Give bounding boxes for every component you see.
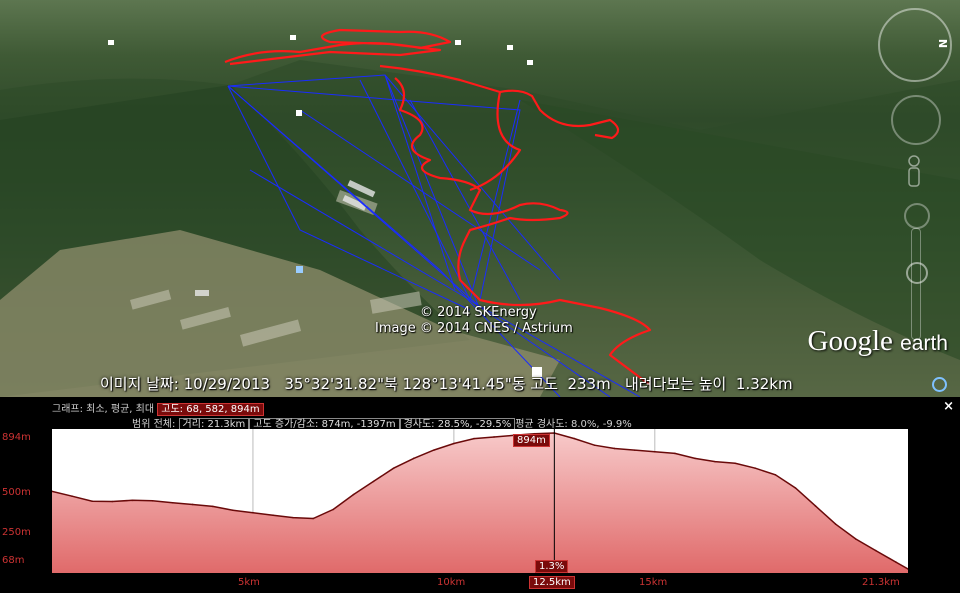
elevation-point bbox=[392, 467, 395, 470]
elevation-point bbox=[111, 500, 114, 503]
elevation-point bbox=[754, 467, 757, 470]
elevation-point bbox=[91, 500, 93, 502]
street-view-pegman-icon[interactable] bbox=[906, 155, 922, 197]
elevation-point bbox=[131, 499, 134, 502]
compass-north-label: N bbox=[936, 38, 950, 49]
earth-3d-view[interactable]: © 2014 SKEnergy Image © 2014 CNES / Astr… bbox=[0, 0, 960, 397]
elevation-point bbox=[573, 437, 576, 440]
cursor-elevation-tag: 894m bbox=[513, 434, 550, 447]
zoom-slider-knob[interactable] bbox=[906, 262, 928, 284]
range-summary-row: 범위 전체: 거리: 21.3km 고도 증가/감소: 874m, -1397m 경… bbox=[132, 415, 632, 431]
elevation-point bbox=[71, 495, 73, 498]
x-axis-label-15km: 15km bbox=[639, 577, 668, 588]
brand-google: Google bbox=[807, 325, 893, 357]
look-around-icon[interactable] bbox=[891, 95, 941, 145]
x-axis-label-end: 21.3km bbox=[862, 577, 900, 588]
elevation-chart[interactable] bbox=[52, 429, 908, 573]
zoom-slider-icon[interactable] bbox=[911, 228, 921, 340]
elevation-point bbox=[232, 509, 234, 512]
brand-earth: earth bbox=[900, 332, 948, 355]
google-earth-logo: Google earth bbox=[808, 325, 949, 358]
imagery-credit-astrium: Image © 2014 CNES / Astrium bbox=[375, 321, 573, 336]
status-ring-icon bbox=[932, 377, 947, 392]
elevation-point bbox=[171, 502, 174, 504]
elevation-point bbox=[252, 511, 254, 514]
elevation-point bbox=[412, 457, 415, 460]
x-axis-label-5km: 5km bbox=[238, 577, 260, 588]
elevation-point bbox=[654, 450, 656, 453]
elevation-point bbox=[332, 508, 335, 511]
cursor-distance-tag: 12.5km bbox=[529, 576, 575, 589]
elevation-profile-panel: × 그래프: 최소, 평균, 최대 고도: 68, 582, 894m 범위 전… bbox=[0, 397, 960, 593]
zoom-in-icon[interactable] bbox=[904, 203, 930, 229]
compass-icon[interactable]: N bbox=[878, 8, 952, 82]
elevation-point bbox=[593, 444, 596, 446]
y-axis-label-max: 894m bbox=[2, 432, 31, 443]
elevation-point bbox=[794, 487, 797, 489]
elevation-point bbox=[312, 517, 315, 520]
elevation-point bbox=[834, 523, 837, 526]
elevation-point bbox=[875, 549, 877, 552]
elevation-point bbox=[694, 457, 696, 460]
elevation-point bbox=[714, 460, 716, 463]
elevation-point bbox=[674, 452, 676, 455]
elevation-point bbox=[191, 503, 194, 506]
elevation-point bbox=[272, 514, 274, 516]
elevation-point bbox=[211, 505, 214, 508]
elevation-point bbox=[473, 437, 475, 440]
elevation-point bbox=[854, 538, 857, 540]
elevation-point bbox=[613, 447, 616, 450]
status-bar: 이미지 날짜: 10/29/2013 35°32'31.82"북 128°13'… bbox=[100, 375, 793, 393]
elevation-point bbox=[493, 436, 495, 438]
elevation-point bbox=[352, 493, 355, 496]
close-button[interactable]: × bbox=[943, 399, 954, 414]
imagery-credit: © 2014 SKEnergy bbox=[420, 305, 537, 320]
graph-summary-row: 그래프: 최소, 평균, 최대 고도: 68, 582, 894m bbox=[52, 400, 264, 416]
elevation-point bbox=[432, 449, 435, 451]
elevation-point bbox=[292, 516, 294, 519]
x-axis-label-10km: 10km bbox=[437, 577, 466, 588]
y-axis-label-250: 250m bbox=[2, 527, 31, 538]
cursor-slope-tag: 1.3% bbox=[535, 560, 569, 573]
elevation-point bbox=[372, 480, 375, 483]
elevation-point bbox=[734, 462, 736, 465]
graph-summary-label: 그래프: 최소, 평균, 최대 bbox=[52, 404, 155, 415]
elevation-point bbox=[633, 449, 636, 451]
y-axis-label-500: 500m bbox=[2, 487, 31, 498]
elevation-point bbox=[151, 500, 154, 502]
elevation-point bbox=[814, 505, 817, 507]
elevation-point bbox=[774, 474, 777, 476]
y-axis-label-min: 68m bbox=[2, 555, 25, 566]
elevation-point bbox=[895, 561, 897, 563]
elevation-point bbox=[453, 442, 455, 445]
